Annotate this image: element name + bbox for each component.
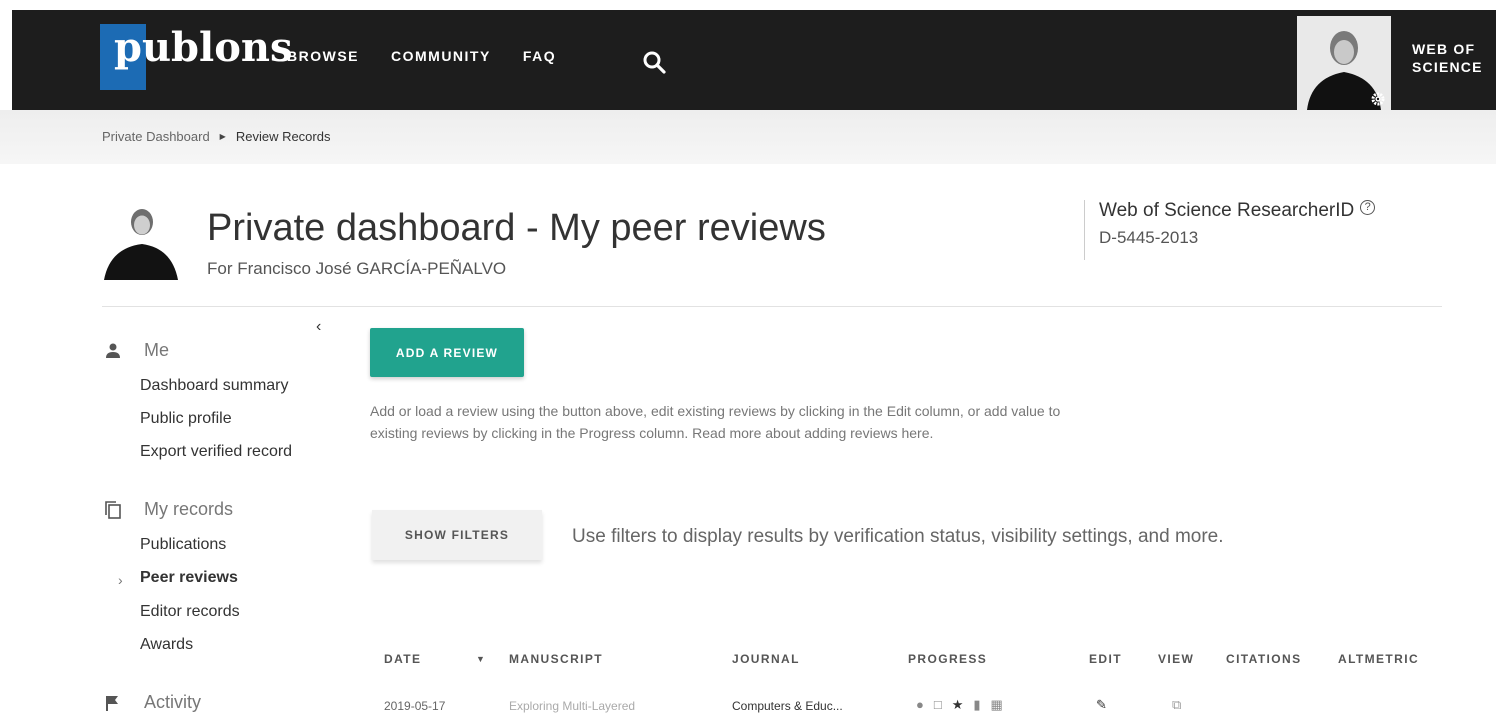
column-header-progress[interactable]: PROGRESS [908,652,987,666]
column-header-view: VIEW [1158,652,1195,666]
breadcrumb-current: Review Records [235,129,331,144]
wos-line-2: SCIENCE [1412,59,1483,75]
breadcrumb-private-dashboard[interactable]: Private Dashboard [102,129,210,144]
document-icon[interactable]: ▮ [973,697,980,713]
grid-icon[interactable]: ▦ [991,697,1003,713]
researcher-id-value: D-5445-2013 [1099,228,1199,247]
column-header-citations[interactable]: CITATIONS [1226,652,1301,666]
star-icon[interactable]: ★ [952,697,964,713]
web-of-science-link[interactable]: WEB OF SCIENCE [1412,40,1483,76]
wos-line-1: WEB OF [1412,41,1476,57]
sidebar-item-editor-records[interactable]: Editor records [140,603,240,621]
breadcrumb-separator-icon: ▶ [219,132,226,141]
publons-logo[interactable]: publons [100,20,293,90]
sidebar-item-peer-reviews[interactable]: Peer reviews [140,569,238,587]
row-manuscript[interactable]: Exploring Multi-Layered [509,699,635,713]
header-divider [102,306,1442,307]
page-title: Private dashboard - My peer reviews [207,207,826,249]
row-date: 2019-05-17 [384,699,446,713]
sidebar-section-my-records-label: My records [144,499,234,519]
column-header-date[interactable]: DATE [384,652,421,666]
help-icon[interactable]: ? [1360,200,1376,215]
collapse-sidebar-icon[interactable]: ‹ [316,318,321,336]
sidebar-item-dashboard-summary[interactable]: Dashboard summary [140,377,289,395]
top-navigation-bar: publons BROWSE COMMUNITY FAQ WEB OF SCIE… [12,10,1496,110]
records-icon [105,500,121,519]
filters-hint: Use filters to display results by verifi… [572,526,1224,547]
sidebar-item-public-profile[interactable]: Public profile [140,410,232,428]
sidebar-section-activity-label: Activity [144,692,202,712]
nav-community[interactable]: COMMUNITY [391,48,491,64]
sidebar-item-publications[interactable]: Publications [140,536,226,554]
column-header-journal[interactable]: JOURNAL [732,652,800,666]
progress-icons: ● □ ★ ▮ ▦ [916,697,1003,713]
nav-browse[interactable]: BROWSE [287,48,359,64]
sidebar-item-export-verified-record[interactable]: Export verified record [140,443,292,461]
nav-faq[interactable]: FAQ [523,48,556,64]
sidebar-section-activity[interactable]: Activity [104,692,201,713]
sidebar-section-my-records[interactable]: My records [104,499,233,520]
column-header-altmetric[interactable]: ALTMETRIC [1338,652,1419,666]
content-icon[interactable]: □ [934,697,942,713]
gear-icon[interactable] [1371,92,1385,106]
active-item-chevron-icon: › [118,572,123,588]
add-review-button[interactable]: ADD A REVIEW [370,328,524,377]
flag-icon [106,695,118,711]
intro-text: Add or load a review using the button ab… [370,400,1330,444]
profile-avatar [102,200,178,280]
edit-pencil-icon[interactable]: ✎ [1096,697,1107,713]
sidebar-section-me-label: Me [144,340,170,360]
researcher-id-label: Web of Science ResearcherID [1099,200,1355,221]
user-avatar[interactable] [1297,16,1391,110]
column-header-manuscript[interactable]: MANUSCRIPT [509,652,603,666]
search-icon[interactable] [642,50,666,74]
sort-desc-icon[interactable]: ▼ [476,654,486,664]
page-subtitle: For Francisco José GARCÍA-PEÑALVO [207,259,507,278]
column-header-edit: EDIT [1089,652,1122,666]
show-filters-button[interactable]: SHOW FILTERS [372,510,542,560]
main-nav: BROWSE COMMUNITY FAQ [287,48,588,64]
breadcrumb: Private Dashboard ▶ Review Records [102,129,330,144]
verified-icon[interactable]: ● [916,697,924,713]
sidebar-item-awards[interactable]: Awards [140,636,193,654]
person-icon [106,343,120,358]
logo-text: publons [114,24,293,71]
view-external-icon[interactable]: ⧉ [1172,697,1181,713]
sidebar-section-me[interactable]: Me [104,340,169,361]
row-journal: Computers & Educ... [732,699,843,713]
researcher-id-block: Web of Science ResearcherID ? D-5445-201… [1084,200,1376,260]
intro-line-2: existing reviews by clicking in the Prog… [370,425,934,441]
intro-line-1: Add or load a review using the button ab… [370,403,1061,419]
